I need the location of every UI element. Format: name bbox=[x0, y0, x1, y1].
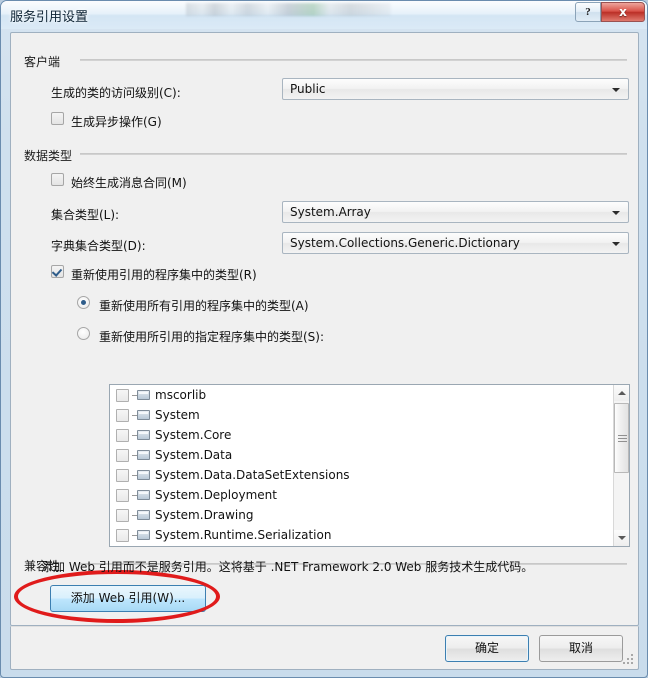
dialog-body: 客户端 生成的类的访问级别(C): Public 生成异步操作(G) 数据类型 … bbox=[10, 32, 639, 626]
collection-type-combo[interactable]: System.Array bbox=[282, 201, 629, 223]
assembly-icon bbox=[137, 430, 150, 440]
assembly-icon bbox=[137, 390, 150, 400]
titlebar-background-smudge bbox=[186, 3, 391, 16]
grip-lines-icon bbox=[618, 435, 627, 442]
window-titlebar: 服务引用设置 ? x bbox=[1, 1, 647, 29]
scroll-down-arrow-icon[interactable] bbox=[614, 530, 629, 546]
assembly-list[interactable]: mscorlib System System.Core System.Data Syst… bbox=[109, 384, 630, 547]
dictionary-type-label: 字典集合类型(D): bbox=[51, 239, 146, 253]
access-level-value: Public bbox=[290, 82, 326, 96]
assembly-checkbox[interactable] bbox=[116, 508, 129, 522]
access-level-label: 生成的类的访问级别(C): bbox=[51, 86, 181, 100]
reuse-all-assemblies-label: 重新使用所有引用的程序集中的类型(A) bbox=[99, 299, 309, 313]
assembly-list-item[interactable]: System.Data bbox=[110, 445, 629, 465]
assembly-list-item[interactable]: System.Drawing bbox=[110, 505, 629, 525]
assembly-list-item[interactable]: System.Data.DataSetExtensions bbox=[110, 465, 629, 485]
collection-type-label: 集合类型(L): bbox=[51, 208, 120, 222]
close-button[interactable]: x bbox=[601, 2, 645, 22]
reuse-types-label: 重新使用引用的程序集中的类型(R) bbox=[71, 268, 257, 282]
assembly-name: System.Deployment bbox=[155, 488, 277, 502]
assembly-name: System.Data.DataSetExtensions bbox=[155, 468, 350, 482]
assembly-icon bbox=[137, 450, 150, 460]
assembly-list-item[interactable]: System bbox=[110, 405, 629, 425]
resize-grip-icon[interactable] bbox=[623, 654, 634, 665]
help-button[interactable]: ? bbox=[575, 2, 601, 22]
assembly-name: System.Runtime.Serialization bbox=[155, 528, 332, 542]
client-group-rule bbox=[80, 59, 627, 61]
chevron-down-icon bbox=[612, 211, 620, 215]
reuse-types-checkbox[interactable] bbox=[51, 265, 64, 278]
window-title: 服务引用设置 bbox=[10, 10, 89, 25]
assembly-list-scrollbar[interactable] bbox=[613, 385, 629, 546]
reuse-specified-assemblies-label: 重新使用所引用的指定程序集中的类型(S): bbox=[99, 330, 325, 344]
triangle-down-icon bbox=[618, 536, 626, 540]
ok-button[interactable]: 确定 bbox=[445, 635, 529, 662]
assembly-list-item[interactable]: mscorlib bbox=[110, 385, 629, 405]
dialog-footer: 确定 取消 bbox=[10, 626, 639, 670]
assembly-checkbox[interactable] bbox=[116, 428, 129, 442]
chevron-down-icon bbox=[612, 88, 620, 92]
assembly-icon bbox=[137, 510, 150, 520]
dictionary-type-value: System.Collections.Generic.Dictionary bbox=[290, 236, 520, 250]
assembly-name: System.Core bbox=[155, 428, 232, 442]
assembly-name: System.Drawing bbox=[155, 508, 254, 522]
reuse-all-assemblies-radio[interactable] bbox=[77, 296, 90, 309]
data-type-group-rule bbox=[80, 153, 627, 155]
client-group-legend: 客户端 bbox=[24, 53, 67, 70]
dictionary-type-combo[interactable]: System.Collections.Generic.Dictionary bbox=[282, 232, 629, 254]
assembly-icon bbox=[137, 470, 150, 480]
chevron-down-icon bbox=[612, 242, 620, 246]
assembly-icon bbox=[137, 410, 150, 420]
assembly-checkbox[interactable] bbox=[116, 408, 129, 422]
generate-async-label: 生成异步操作(G) bbox=[71, 115, 162, 129]
scrollbar-thumb[interactable] bbox=[614, 403, 629, 473]
assembly-icon bbox=[137, 490, 150, 500]
cancel-button[interactable]: 取消 bbox=[539, 635, 623, 662]
assembly-icon bbox=[137, 530, 150, 540]
assembly-name: System.Data bbox=[155, 448, 233, 462]
assembly-list-rows: mscorlib System System.Core System.Data Syst… bbox=[110, 385, 629, 545]
generate-async-checkbox[interactable] bbox=[51, 112, 64, 125]
assembly-list-item[interactable]: System.Runtime.Serialization bbox=[110, 525, 629, 545]
data-type-group-legend: 数据类型 bbox=[24, 147, 79, 164]
assembly-checkbox[interactable] bbox=[116, 468, 129, 482]
assembly-name: mscorlib bbox=[155, 388, 207, 402]
compatibility-description: 添加 Web 引用而不是服务引用。这将基于 .NET Framework 2.0… bbox=[41, 560, 534, 574]
assembly-checkbox[interactable] bbox=[116, 388, 129, 402]
reuse-specified-assemblies-radio[interactable] bbox=[77, 327, 90, 340]
assembly-checkbox[interactable] bbox=[116, 448, 129, 462]
assembly-name: System bbox=[155, 408, 200, 422]
question-mark-icon: ? bbox=[585, 6, 591, 18]
scroll-up-arrow-icon[interactable] bbox=[614, 385, 629, 401]
access-level-combo[interactable]: Public bbox=[282, 78, 629, 100]
message-contract-label: 始终生成消息合同(M) bbox=[71, 176, 187, 190]
assembly-list-item[interactable]: System.Core bbox=[110, 425, 629, 445]
add-web-reference-button[interactable]: 添加 Web 引用(W)... bbox=[50, 585, 206, 612]
close-icon: x bbox=[619, 5, 627, 19]
assembly-checkbox[interactable] bbox=[116, 488, 129, 502]
assembly-checkbox[interactable] bbox=[116, 528, 129, 542]
collection-type-value: System.Array bbox=[290, 205, 371, 219]
assembly-list-item[interactable]: System.Deployment bbox=[110, 485, 629, 505]
message-contract-checkbox[interactable] bbox=[51, 173, 64, 186]
triangle-up-icon bbox=[618, 391, 626, 395]
service-reference-settings-dialog: 服务引用设置 ? x 客户端 生成的类的访问级别(C): Public 生成异步… bbox=[0, 0, 648, 678]
